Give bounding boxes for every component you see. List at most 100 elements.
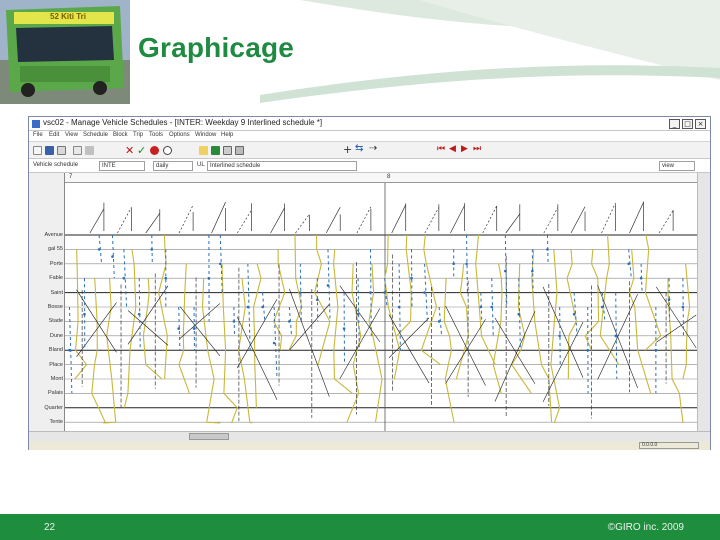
check-icon[interactable]: ✓ bbox=[137, 144, 146, 157]
minimize-button[interactable]: _ bbox=[669, 119, 680, 129]
trip-point bbox=[586, 348, 590, 352]
window-title: vsc02 - Manage Vehicle Schedules - [INTE… bbox=[43, 118, 323, 127]
add-icon[interactable]: + bbox=[343, 143, 352, 156]
menu-window[interactable]: Window bbox=[195, 132, 216, 138]
slide-title: Graphicage bbox=[138, 32, 295, 63]
menu-file[interactable]: File bbox=[33, 132, 43, 138]
trip-point bbox=[232, 320, 236, 323]
trip-point bbox=[207, 276, 211, 280]
trip-point bbox=[517, 312, 521, 316]
redo-icon[interactable] bbox=[235, 146, 244, 155]
trip-point bbox=[326, 284, 330, 287]
undo-icon[interactable] bbox=[223, 146, 232, 155]
trip-point bbox=[369, 291, 372, 294]
trip-point bbox=[246, 305, 250, 309]
link-icon[interactable]: ⇢ bbox=[369, 143, 377, 154]
trip-point bbox=[423, 291, 426, 294]
move-icon[interactable]: ⇆ bbox=[355, 143, 363, 154]
block-link-line bbox=[325, 207, 341, 234]
trip-point bbox=[383, 291, 386, 294]
day-field[interactable]: daily bbox=[153, 161, 193, 171]
schedule-code-field[interactable]: INTE bbox=[99, 161, 145, 171]
trip-point bbox=[111, 255, 114, 258]
menu-tools[interactable]: Tools bbox=[149, 132, 163, 138]
first-icon[interactable]: ⏮ bbox=[437, 144, 445, 154]
trip-point bbox=[531, 269, 534, 273]
block-link-line bbox=[450, 205, 465, 234]
deadhead-line bbox=[289, 288, 330, 397]
description-field[interactable]: Interlined schedule bbox=[207, 161, 357, 171]
stop-icon[interactable] bbox=[150, 146, 159, 155]
stop-label: Fable bbox=[49, 275, 63, 282]
stop-label: Porte bbox=[49, 260, 63, 267]
trip-point bbox=[97, 248, 101, 251]
trip-point bbox=[572, 312, 576, 316]
prev-icon[interactable]: ◀ bbox=[449, 144, 456, 154]
menu-help[interactable]: Help bbox=[221, 132, 233, 138]
vertical-scrollbar[interactable] bbox=[697, 173, 710, 431]
trip-line bbox=[420, 234, 441, 366]
trip-point bbox=[272, 341, 276, 345]
stop-label: Bosse bbox=[47, 304, 63, 310]
stop-label: Saint bbox=[50, 289, 63, 296]
menu-schedule[interactable]: Schedule bbox=[83, 132, 108, 138]
trip-line bbox=[475, 234, 496, 365]
zoom-icon[interactable] bbox=[199, 146, 208, 155]
schedule-label: Vehicle schedule bbox=[33, 162, 79, 168]
maximize-button[interactable]: □ bbox=[682, 119, 693, 129]
menu-view[interactable]: View bbox=[65, 132, 78, 138]
horizontal-scrollbar[interactable] bbox=[29, 431, 710, 441]
trip-point bbox=[192, 327, 196, 330]
block-link-line bbox=[543, 207, 559, 234]
horizontal-scroll-thumb[interactable] bbox=[189, 433, 229, 440]
trip-point bbox=[164, 276, 168, 280]
block-link-line bbox=[295, 213, 310, 234]
trip-point bbox=[261, 305, 264, 309]
save-icon[interactable] bbox=[45, 146, 54, 155]
block-link-line bbox=[424, 207, 440, 234]
trip-point bbox=[342, 327, 346, 330]
new-icon[interactable] bbox=[33, 146, 42, 155]
stop-label: Bland bbox=[48, 347, 63, 354]
last-icon[interactable]: ⏭ bbox=[473, 144, 481, 154]
deadhead-line bbox=[494, 311, 536, 402]
trip-point bbox=[437, 320, 441, 323]
menu-trip[interactable]: Trip bbox=[133, 132, 143, 138]
block-link-line bbox=[629, 202, 644, 234]
stop-label: Palais bbox=[48, 390, 63, 397]
trip-point bbox=[356, 312, 360, 316]
paste-icon[interactable] bbox=[73, 146, 82, 155]
view-field[interactable]: view bbox=[659, 161, 695, 171]
copy-icon[interactable] bbox=[57, 146, 66, 155]
cut-icon[interactable] bbox=[85, 146, 94, 155]
menu-bar: File Edit View Schedule Block Trip Tools… bbox=[29, 131, 710, 141]
title-bar[interactable]: vsc02 - Manage Vehicle Schedules - [INTE… bbox=[29, 117, 710, 131]
next-icon[interactable]: ▶ bbox=[461, 144, 468, 154]
toolbar: ✕ ✓ + ⇆ ⇢ ⏮ ◀ ▶ ⏭ bbox=[29, 141, 710, 159]
trip-point bbox=[546, 248, 549, 251]
status-bar: 0.0.0.0 bbox=[29, 441, 710, 450]
trip-point bbox=[452, 262, 455, 266]
trip-point bbox=[177, 327, 181, 330]
close-button[interactable]: × bbox=[695, 119, 706, 129]
stop-label: Quarter bbox=[44, 404, 63, 411]
trip-point bbox=[639, 276, 643, 280]
trip-point bbox=[627, 262, 630, 266]
delete-icon[interactable]: ✕ bbox=[125, 144, 134, 157]
trip-line bbox=[346, 263, 362, 423]
trip-point bbox=[614, 334, 618, 338]
type-code-label: UL bbox=[197, 162, 205, 168]
block-link-line bbox=[658, 210, 674, 234]
clock-icon[interactable] bbox=[163, 146, 172, 155]
deadhead-line bbox=[388, 314, 430, 384]
trip-line bbox=[396, 234, 412, 337]
menu-options[interactable]: Options bbox=[169, 132, 190, 138]
trip-point bbox=[410, 276, 413, 280]
print-icon[interactable] bbox=[211, 146, 220, 155]
trip-point bbox=[150, 248, 154, 251]
slide-number: 22 bbox=[44, 522, 56, 533]
menu-edit[interactable]: Edit bbox=[49, 132, 59, 138]
vehicle-schedule-graph[interactable] bbox=[65, 183, 697, 431]
copyright: ©GIRO inc. 2009 bbox=[607, 522, 684, 533]
menu-block[interactable]: Block bbox=[113, 132, 128, 138]
